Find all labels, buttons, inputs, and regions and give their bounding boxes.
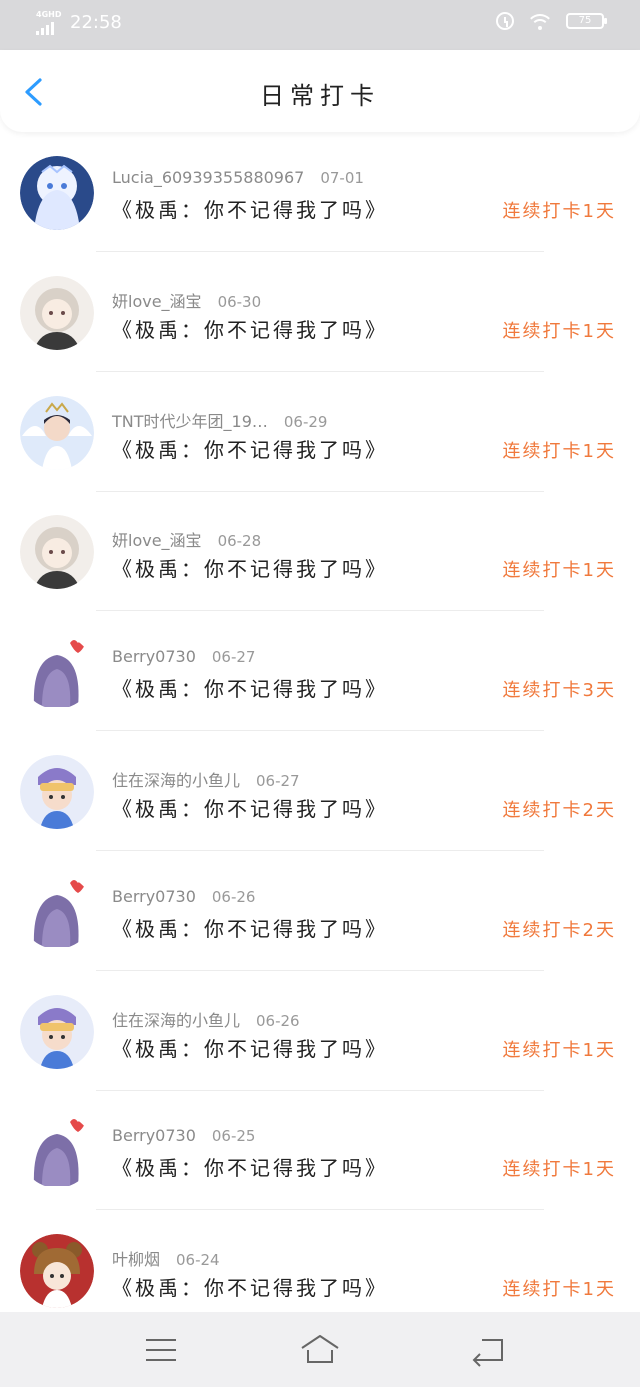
checkin-row[interactable]: Berry0730 06-25 《极禹：你不记得我了吗》 连续打卡1天 — [0, 1090, 640, 1211]
clock: 22:58 — [70, 12, 122, 33]
book-title: 《极禹：你不记得我了吗》 — [112, 916, 388, 941]
checkin-date: 06-29 — [283, 412, 328, 431]
avatar[interactable] — [20, 755, 94, 829]
checkin-date: 06-24 — [176, 1251, 220, 1270]
checkin-row[interactable]: Lucia_60939355880967 07-01 《极禹：你不记得我了吗》 连续打… — [0, 132, 640, 252]
row-header: Lucia_60939355880967 07-01 — [112, 168, 364, 187]
battery-level: 75 — [578, 15, 592, 26]
checkin-date: 06-27 — [256, 772, 300, 790]
book-title: 《极禹：你不记得我了吗》 — [112, 437, 388, 462]
row-header: Berry0730 06-25 — [112, 1126, 255, 1145]
row-header: 住在深海的小鱼儿 06-26 — [112, 1007, 300, 1031]
book-title: 《极禹：你不记得我了吗》 — [112, 1036, 388, 1061]
checkin-date: 06-28 — [217, 532, 262, 551]
network-type: 4GHD — [36, 10, 62, 19]
checkin-row[interactable]: Berry0730 06-26 《极禹：你不记得我了吗》 连续打卡2天 — [0, 851, 640, 971]
username[interactable]: 叶柳烟 — [112, 1250, 160, 1269]
avatar-silver-hair-boy — [20, 515, 94, 590]
book-title: 《极禹：你不记得我了吗》 — [112, 557, 388, 582]
streak-label: 连续打卡1天 — [502, 1039, 616, 1061]
checkin-row[interactable]: 妍love_涵宝 06-28 《极禹：你不记得我了吗》 连续打卡1天 — [0, 491, 640, 612]
home-button[interactable] — [300, 1332, 340, 1368]
username[interactable]: 妍love_涵宝 — [112, 292, 202, 311]
book-title: 《极禹：你不记得我了吗》 — [112, 677, 388, 702]
streak-label: 连续打卡1天 — [502, 201, 616, 222]
username[interactable]: Berry0730 — [112, 887, 196, 906]
avatar[interactable] — [20, 156, 94, 230]
checkin-row[interactable]: 住在深海的小鱼儿 06-27 《极禹：你不记得我了吗》 连续打卡2天 — [0, 731, 640, 851]
avatar[interactable] — [20, 515, 94, 590]
checkin-date: 07-01 — [320, 169, 364, 187]
checkin-row[interactable]: TNT时代少年团_19… 06-29 《极禹：你不记得我了吗》 连续打卡1天 — [0, 372, 640, 492]
avatar[interactable] — [20, 1234, 94, 1309]
avatar-purple-hair-girl — [20, 1114, 94, 1189]
avatar[interactable] — [20, 874, 94, 949]
avatar[interactable] — [20, 994, 94, 1069]
username[interactable]: 妍love_涵宝 — [112, 531, 202, 550]
avatar[interactable] — [20, 275, 94, 350]
streak-label: 连续打卡2天 — [502, 800, 616, 821]
book-title: 《极禹：你不记得我了吗》 — [112, 198, 388, 222]
username[interactable]: Lucia_60939355880967 — [112, 168, 304, 187]
avatar-bear-hat-girl — [20, 1234, 94, 1309]
streak-label: 连续打卡3天 — [502, 680, 616, 702]
row-header: 妍love_涵宝 06-28 — [112, 527, 261, 551]
row-header: Berry0730 06-26 — [112, 887, 255, 906]
username[interactable]: Berry0730 — [112, 647, 196, 666]
status-bar: 4GHD 22:58 75 — [0, 0, 640, 50]
checkin-row[interactable]: 妍love_涵宝 06-30 《极禹：你不记得我了吗》 连续打卡1天 — [0, 252, 640, 372]
title-bar: 日常打卡 — [0, 50, 640, 132]
avatar-angel-boy — [20, 395, 94, 470]
avatar-white-hair-girl — [20, 156, 94, 230]
avatar-purple-hair-girl — [20, 874, 94, 949]
username[interactable]: TNT时代少年团_19… — [112, 412, 268, 431]
checkin-date: 06-26 — [211, 887, 256, 906]
book-title: 《极禹：你不记得我了吗》 — [112, 317, 388, 342]
book-title: 《极禹：你不记得我了吗》 — [112, 1276, 388, 1301]
home-icon — [301, 1335, 339, 1363]
checkin-date: 06-25 — [211, 1127, 256, 1146]
streak-label: 连续打卡1天 — [502, 560, 616, 582]
streak-label: 连续打卡1天 — [502, 1159, 616, 1181]
avatar-chibi-boy — [20, 994, 94, 1069]
checkin-date: 06-26 — [256, 1011, 300, 1030]
row-header: 妍love_涵宝 06-30 — [112, 288, 261, 312]
checkin-row[interactable]: 住在深海的小鱼儿 06-26 《极禹：你不记得我了吗》 连续打卡1天 — [0, 971, 640, 1091]
avatar[interactable] — [20, 1114, 94, 1189]
checkin-row[interactable]: Berry0730 06-27 《极禹：你不记得我了吗》 连续打卡3天 — [0, 611, 640, 732]
battery-icon: 75 — [566, 13, 607, 29]
signal-icon: 4GHD — [36, 10, 64, 36]
checkin-date: 06-30 — [217, 292, 262, 311]
avatar-silver-hair-boy — [20, 275, 94, 350]
avatar-chibi-boy — [20, 755, 94, 829]
streak-label: 连续打卡1天 — [502, 1279, 616, 1301]
avatar[interactable] — [20, 635, 94, 710]
menu-button[interactable] — [141, 1332, 181, 1368]
streak-label: 连续打卡2天 — [502, 919, 616, 941]
back-icon — [472, 1339, 503, 1367]
book-title: 《极禹：你不记得我了吗》 — [112, 797, 388, 821]
system-nav-bar — [0, 1312, 640, 1387]
checkin-date: 06-27 — [211, 648, 256, 667]
username[interactable]: Berry0730 — [112, 1126, 196, 1145]
row-header: Berry0730 06-27 — [112, 647, 255, 666]
back-nav-button[interactable] — [468, 1332, 508, 1368]
username[interactable]: 住在深海的小鱼儿 — [112, 1011, 240, 1030]
alarm-icon — [496, 12, 514, 30]
page-title: 日常打卡 — [260, 82, 380, 110]
row-header: 住在深海的小鱼儿 06-27 — [112, 767, 300, 791]
row-header: TNT时代少年团_19… 06-29 — [112, 408, 327, 432]
wifi-icon — [528, 12, 552, 30]
book-title: 《极禹：你不记得我了吗》 — [112, 1156, 388, 1181]
streak-label: 连续打卡1天 — [502, 320, 616, 342]
row-header: 叶柳烟 06-24 — [112, 1246, 220, 1270]
menu-icon — [146, 1339, 176, 1361]
avatar-purple-hair-girl — [20, 635, 94, 710]
streak-label: 连续打卡1天 — [502, 440, 616, 462]
avatar[interactable] — [20, 395, 94, 470]
username[interactable]: 住在深海的小鱼儿 — [112, 771, 240, 790]
